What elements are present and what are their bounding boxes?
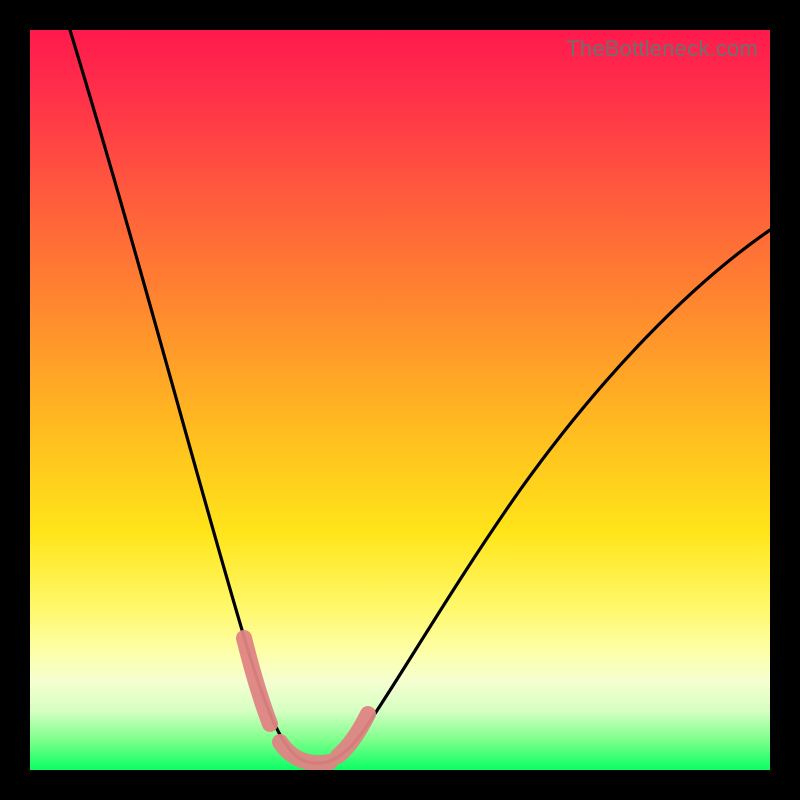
chart-frame: TheBottleneck.com (0, 0, 800, 800)
bottleneck-curve (30, 30, 770, 770)
valley-highlight (244, 638, 368, 763)
plot-area: TheBottleneck.com (30, 30, 770, 770)
curve-path (70, 30, 770, 763)
